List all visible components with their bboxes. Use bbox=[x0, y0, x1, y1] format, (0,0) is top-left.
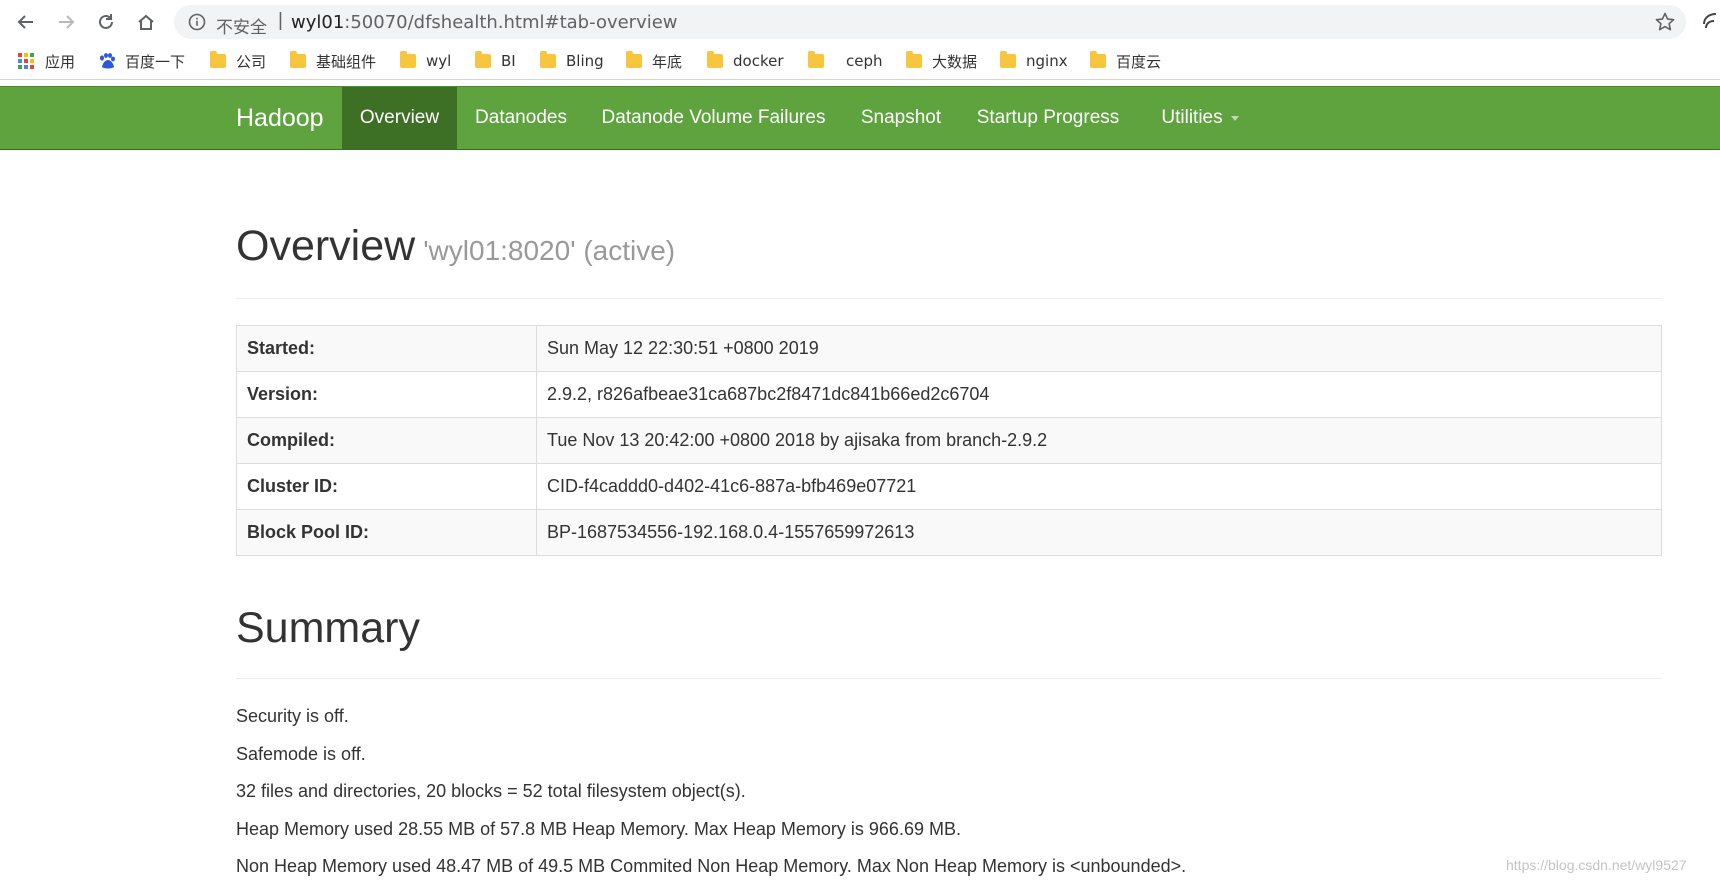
bookmark-baidu[interactable]: 百度一下 bbox=[98, 50, 185, 72]
row-key: Compiled: bbox=[236, 417, 537, 464]
bookmark-unnamed-folder[interactable] bbox=[808, 50, 834, 72]
brand-logo[interactable]: Hadoop bbox=[236, 104, 324, 133]
overview-subtitle: 'wyl01:8020' (active) bbox=[423, 235, 676, 266]
hadoop-navbar: Hadoop Overview Datanodes Datanode Volum… bbox=[0, 86, 1720, 150]
row-key: Started: bbox=[236, 325, 537, 372]
info-icon[interactable] bbox=[188, 13, 206, 31]
folder-icon bbox=[210, 51, 226, 68]
extension-icon[interactable] bbox=[1700, 10, 1720, 34]
bookmark-ceph[interactable]: ceph bbox=[846, 50, 883, 72]
folder-icon bbox=[540, 51, 556, 68]
folder-icon bbox=[1000, 51, 1016, 68]
tab-startup-progress[interactable]: Startup Progress bbox=[960, 87, 1136, 149]
bookmark-wyl[interactable]: wyl bbox=[400, 50, 451, 72]
tab-overview[interactable]: Overview bbox=[342, 87, 457, 149]
tab-datanode-volume-failures[interactable]: Datanode Volume Failures bbox=[585, 87, 842, 149]
caret-down-icon bbox=[1230, 115, 1239, 121]
row-value: Tue Nov 13 20:42:00 +0800 2018 by ajisak… bbox=[536, 417, 1662, 464]
bookmark-bigdata[interactable]: 大数据 bbox=[906, 50, 977, 72]
row-value: BP-1687534556-192.168.0.4-1557659972613 bbox=[536, 509, 1662, 556]
row-value: CID-f4caddd0-d402-41c6-887a-bfb469e07721 bbox=[536, 463, 1662, 510]
bookmark-apps[interactable]: 应用 bbox=[18, 50, 75, 72]
baidu-paw-icon bbox=[100, 53, 115, 69]
tab-snapshot[interactable]: Snapshot bbox=[842, 87, 960, 149]
bookmarks-bar: 应用 百度一下 公司 基础组件 wyl BI Bling 年底 docker c… bbox=[0, 42, 1720, 80]
apps-grid-icon bbox=[18, 52, 35, 70]
watermark: https://blog.csdn.net/wyl9527 bbox=[1506, 857, 1687, 873]
folder-icon bbox=[1090, 51, 1106, 68]
bookmark-docker[interactable]: docker bbox=[707, 50, 784, 72]
bookmark-label: Bling bbox=[566, 52, 604, 70]
folder-icon bbox=[626, 51, 642, 68]
table-row: Cluster ID: CID-f4caddd0-d402-41c6-887a-… bbox=[236, 463, 1662, 510]
overview-title: Overview bbox=[236, 222, 416, 270]
summary-heading: Summary bbox=[236, 604, 420, 652]
summary-non-heap-memory: Non Heap Memory used 48.47 MB of 49.5 MB… bbox=[236, 856, 1187, 876]
bookmark-label: wyl bbox=[426, 52, 452, 70]
tab-utilities-label: Utilities bbox=[1161, 107, 1223, 128]
folder-icon bbox=[475, 51, 491, 68]
bookmark-label: 年底 bbox=[652, 52, 683, 71]
overview-heading: Overview'wyl01:8020' (active) bbox=[236, 222, 675, 271]
bookmark-star-icon[interactable] bbox=[1654, 11, 1676, 33]
reload-icon bbox=[99, 14, 113, 29]
row-key: Cluster ID: bbox=[236, 463, 537, 510]
folder-icon bbox=[400, 51, 416, 68]
summary-security: Security is off. bbox=[236, 706, 349, 726]
bookmark-baidu-cloud[interactable]: 百度云 bbox=[1090, 50, 1161, 72]
folder-icon bbox=[906, 51, 922, 68]
table-row: Started: Sun May 12 22:30:51 +0800 2019 bbox=[236, 325, 1662, 372]
address-bar[interactable]: 不安全 | wyl01:50070/dfshealth.html#tab-ove… bbox=[174, 5, 1686, 39]
url-separator: | bbox=[278, 10, 283, 31]
table-row: Version: 2.9.2, r826afbeae31ca687bc2f847… bbox=[236, 371, 1662, 418]
bookmark-label: BI bbox=[501, 52, 516, 70]
bookmark-label: 百度云 bbox=[1116, 52, 1162, 71]
tab-datanodes[interactable]: Datanodes bbox=[457, 87, 585, 149]
url-text[interactable]: wyl01:50070/dfshealth.html#tab-overview bbox=[291, 12, 678, 33]
bookmark-label: nginx bbox=[1026, 52, 1068, 70]
forward-button[interactable] bbox=[50, 6, 82, 38]
arrow-right-icon bbox=[59, 15, 75, 29]
security-label: 不安全 bbox=[216, 18, 267, 38]
folder-icon bbox=[808, 51, 824, 68]
row-value: Sun May 12 22:30:51 +0800 2019 bbox=[536, 325, 1662, 372]
divider bbox=[236, 678, 1662, 679]
summary-safemode: Safemode is off. bbox=[236, 744, 366, 764]
bookmark-label: 基础组件 bbox=[316, 52, 377, 71]
bookmark-bling[interactable]: Bling bbox=[540, 50, 604, 72]
back-button[interactable] bbox=[10, 6, 42, 38]
table-row: Compiled: Tue Nov 13 20:42:00 +0800 2018… bbox=[236, 417, 1662, 464]
tab-utilities[interactable]: Utilities bbox=[1136, 87, 1264, 149]
folder-icon bbox=[707, 51, 723, 68]
home-icon bbox=[138, 14, 154, 30]
reload-button[interactable] bbox=[90, 6, 122, 38]
bookmark-label: 大数据 bbox=[932, 52, 978, 71]
browser-toolbar: 不安全 | wyl01:50070/dfshealth.html#tab-ove… bbox=[0, 0, 1720, 42]
bookmark-bi[interactable]: BI bbox=[475, 50, 516, 72]
arrow-left-icon bbox=[17, 15, 33, 29]
summary-heap-memory: Heap Memory used 28.55 MB of 57.8 MB Hea… bbox=[236, 819, 961, 839]
divider bbox=[236, 298, 1662, 299]
bookmark-nginx[interactable]: nginx bbox=[1000, 50, 1068, 72]
bookmark-label: 百度一下 bbox=[125, 52, 186, 71]
row-key: Block Pool ID: bbox=[236, 509, 537, 556]
bookmark-label: ceph bbox=[846, 52, 883, 70]
bookmark-base-components[interactable]: 基础组件 bbox=[290, 50, 376, 72]
row-key: Version: bbox=[236, 371, 537, 418]
bookmark-company[interactable]: 公司 bbox=[210, 50, 266, 72]
home-button[interactable] bbox=[130, 6, 162, 38]
bookmark-label: 应用 bbox=[45, 52, 76, 71]
bookmark-label: 公司 bbox=[236, 52, 267, 71]
url-host: wyl01 bbox=[291, 12, 345, 33]
table-row: Block Pool ID: BP-1687534556-192.168.0.4… bbox=[236, 509, 1662, 556]
row-value: 2.9.2, r826afbeae31ca687bc2f8471dc841b66… bbox=[536, 371, 1662, 418]
bookmark-label: docker bbox=[733, 52, 784, 70]
url-path: :50070/dfshealth.html#tab-overview bbox=[344, 12, 678, 33]
summary-objects: 32 files and directories, 20 blocks = 52… bbox=[236, 781, 746, 801]
overview-info-table: Started: Sun May 12 22:30:51 +0800 2019 … bbox=[236, 325, 1662, 556]
folder-icon bbox=[290, 51, 306, 68]
bookmark-year-end[interactable]: 年底 bbox=[626, 50, 682, 72]
